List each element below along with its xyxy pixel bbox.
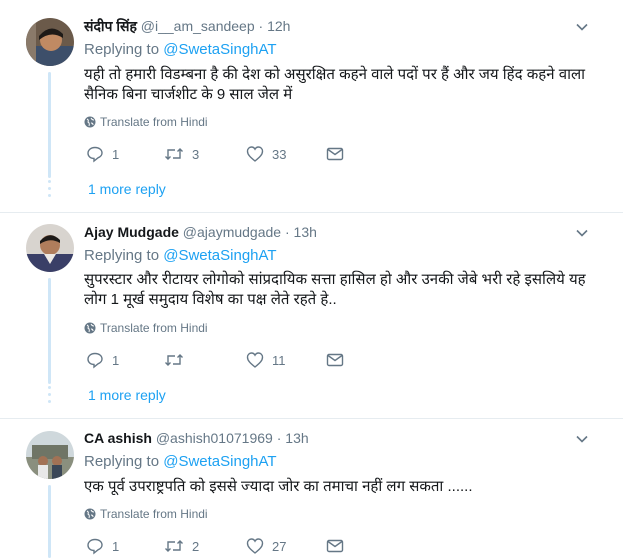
avatar-image	[26, 18, 74, 66]
replying-prefix: Replying to	[84, 453, 160, 470]
like-button[interactable]: 27	[246, 536, 286, 556]
caret-down-icon[interactable]	[575, 20, 589, 34]
reply-button[interactable]: 1	[86, 350, 119, 370]
avatar[interactable]	[26, 224, 74, 272]
translate-label: Translate from Hindi	[100, 507, 208, 521]
thread-line	[48, 485, 51, 558]
caret-down-icon[interactable]	[575, 432, 589, 446]
avatar[interactable]	[26, 431, 74, 479]
tweet-text: सुपरस्टार और रीटायर लोगोको सांप्रदायिक स…	[84, 271, 586, 308]
globe-icon	[84, 322, 96, 334]
tweet-header: CA ashish @ashish01071969 · 13h	[84, 429, 309, 447]
like-count: 27	[272, 538, 287, 554]
like-icon	[246, 146, 264, 162]
divider	[0, 418, 623, 419]
timestamp[interactable]: 12h	[267, 18, 290, 34]
retweet-button[interactable]: 3	[164, 144, 199, 164]
like-icon	[246, 538, 264, 554]
user-handle[interactable]: @i__am_sandeep	[141, 18, 255, 34]
replying-to: Replying to @SwetaSinghAT	[84, 246, 277, 266]
like-count: 33	[272, 146, 287, 162]
retweet-count: 2	[192, 538, 200, 554]
more-replies-link[interactable]: 1 more reply	[88, 180, 166, 198]
tweet-text: एक पूर्व उपराष्ट्रपति को इससे ज्यादा जोर…	[84, 478, 473, 495]
more-replies-link[interactable]: 1 more reply	[88, 386, 166, 404]
replying-prefix: Replying to	[84, 41, 160, 58]
like-icon	[246, 352, 264, 368]
message-button[interactable]	[326, 536, 344, 556]
like-button[interactable]: 11	[246, 350, 286, 370]
retweet-count: 3	[192, 146, 200, 162]
replying-to: Replying to @SwetaSinghAT	[84, 40, 277, 60]
separator-dot: ·	[276, 430, 282, 446]
globe-icon	[84, 116, 96, 128]
like-count: 11	[272, 352, 286, 368]
globe-icon	[84, 508, 96, 520]
reply-icon	[87, 538, 103, 555]
retweet-button[interactable]: 2	[164, 536, 199, 556]
thread-dots	[48, 180, 51, 201]
thread-dots	[48, 386, 51, 407]
reply-count: 1	[112, 538, 120, 554]
reply-icon	[87, 146, 103, 163]
message-button[interactable]	[326, 350, 344, 370]
thread-line	[48, 72, 51, 178]
separator-dot: ·	[284, 224, 290, 240]
translate-link[interactable]: Translate from Hindi	[84, 320, 208, 336]
thread-line	[48, 278, 51, 384]
message-button[interactable]	[326, 144, 344, 164]
timestamp[interactable]: 13h	[285, 430, 308, 446]
retweet-icon	[165, 148, 183, 160]
tweet-text: यही तो हमारी विडम्बना है की देश को असुरक…	[84, 66, 586, 103]
message-icon	[326, 353, 344, 367]
display-name[interactable]: संदीप सिंह	[84, 18, 137, 34]
retweet-icon	[165, 540, 183, 552]
mention-link[interactable]: @SwetaSinghAT	[163, 41, 276, 58]
avatar-image	[26, 224, 74, 272]
timestamp[interactable]: 13h	[294, 224, 317, 240]
reply-count: 1	[112, 352, 120, 368]
retweet-button[interactable]	[164, 350, 192, 370]
replying-to: Replying to @SwetaSinghAT	[84, 452, 277, 472]
mention-link[interactable]: @SwetaSinghAT	[163, 247, 276, 264]
translate-label: Translate from Hindi	[100, 115, 208, 129]
separator-dot: ·	[258, 18, 264, 34]
avatar-image	[26, 431, 74, 479]
translate-link[interactable]: Translate from Hindi	[84, 114, 208, 130]
like-button[interactable]: 33	[246, 144, 286, 164]
translate-label: Translate from Hindi	[100, 321, 208, 335]
divider	[0, 212, 623, 213]
reply-icon	[87, 352, 103, 369]
user-handle[interactable]: @ashish01071969	[156, 430, 273, 446]
mention-link[interactable]: @SwetaSinghAT	[163, 453, 276, 470]
retweet-icon	[165, 354, 183, 366]
reply-button[interactable]: 1	[86, 536, 119, 556]
message-icon	[326, 539, 344, 553]
tweet-header: संदीप सिंह @i__am_sandeep · 12h	[84, 17, 290, 35]
avatar[interactable]	[26, 18, 74, 66]
user-handle[interactable]: @ajaymudgade	[183, 224, 281, 240]
tweet-header: Ajay Mudgade @ajaymudgade · 13h	[84, 223, 317, 241]
display-name[interactable]: CA ashish	[84, 430, 152, 446]
message-icon	[326, 147, 344, 161]
translate-link[interactable]: Translate from Hindi	[84, 506, 208, 522]
reply-button[interactable]: 1	[86, 144, 119, 164]
replying-prefix: Replying to	[84, 247, 160, 264]
caret-down-icon[interactable]	[575, 226, 589, 240]
reply-count: 1	[112, 146, 120, 162]
display-name[interactable]: Ajay Mudgade	[84, 224, 179, 240]
